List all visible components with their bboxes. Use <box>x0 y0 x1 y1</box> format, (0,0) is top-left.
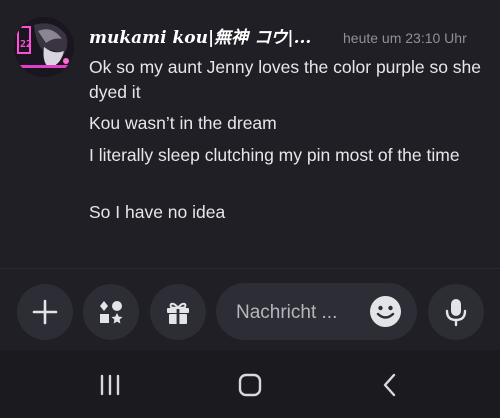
microphone-icon <box>445 299 467 327</box>
author-name[interactable]: mukami kou|無神 コウ|... <box>89 23 321 48</box>
anime-character-avatar-icon: 22 <box>14 17 74 77</box>
gift-icon <box>167 302 189 324</box>
message-line[interactable]: Ok so my aunt Jenny loves the color purp… <box>89 55 489 105</box>
message-timestamp: heute um 23:10 Uhr <box>343 30 467 46</box>
home-icon <box>238 373 262 397</box>
back-button[interactable] <box>370 370 410 400</box>
emoji-button[interactable] <box>369 295 402 328</box>
emoji-icon <box>370 296 401 327</box>
svg-text:22: 22 <box>20 39 32 50</box>
message-input[interactable] <box>234 283 368 342</box>
recent-apps-button[interactable] <box>90 370 130 400</box>
gift-button[interactable] <box>150 284 206 340</box>
message-input-container[interactable] <box>216 283 417 342</box>
message-group: 22 mukami kou|無神 コウ|... heute um 23:10 U… <box>0 0 500 266</box>
user-avatar[interactable]: 22 <box>14 17 74 77</box>
message-line[interactable]: I literally sleep clutching my pin most … <box>89 143 489 168</box>
apps-icon <box>100 301 123 324</box>
home-button[interactable] <box>230 370 270 400</box>
plus-icon <box>32 299 58 325</box>
back-icon <box>383 373 396 397</box>
message-line[interactable]: Kou wasn’t in the dream <box>89 111 489 136</box>
apps-button[interactable] <box>83 284 139 340</box>
recent-apps-icon <box>100 374 120 396</box>
message-line[interactable]: So I have no idea <box>89 200 489 225</box>
add-attachment-button[interactable] <box>17 284 73 340</box>
voice-message-button[interactable] <box>428 284 484 340</box>
system-navigation-bar <box>0 350 500 418</box>
